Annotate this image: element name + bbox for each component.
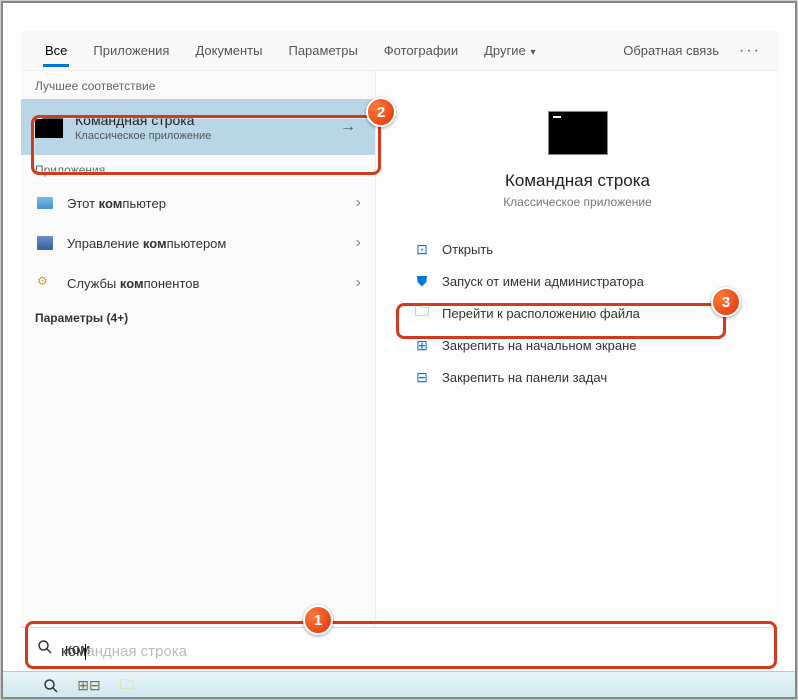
start-search-panel: Все Приложения Документы Параметры Фотог…: [21, 31, 779, 671]
feedback-link[interactable]: Обратная связь: [611, 35, 731, 66]
tab-apps[interactable]: Приложения: [81, 35, 181, 66]
file-explorer-icon[interactable]: 🗀: [117, 676, 137, 696]
chevron-right-icon: ›: [356, 194, 361, 212]
detail-subtitle: Классическое приложение: [406, 195, 749, 209]
detail-title: Командная строка: [406, 171, 749, 191]
computer-management-icon: [35, 235, 55, 251]
tab-photos[interactable]: Фотографии: [372, 35, 470, 66]
chevron-right-icon: ›: [356, 234, 361, 252]
action-pin-to-start[interactable]: ⊞ Закрепить на начальном экране: [406, 329, 749, 361]
tab-documents[interactable]: Документы: [183, 35, 274, 66]
taskbar-search-icon[interactable]: [41, 676, 61, 696]
app-result-component-services[interactable]: Службы компонентов ›: [21, 263, 375, 303]
expand-arrow-icon[interactable]: →: [331, 118, 365, 136]
cmd-icon: [35, 116, 63, 138]
run-admin-icon: ⛊: [412, 273, 432, 290]
detail-pane: Командная строка Классическое приложение…: [376, 71, 779, 627]
section-settings-more[interactable]: Параметры (4+): [21, 303, 375, 331]
tab-all[interactable]: Все: [33, 35, 79, 66]
section-best-match: Лучшее соответствие: [21, 71, 375, 99]
pin-icon: ⊞: [412, 337, 432, 354]
best-match-subtitle: Классическое приложение: [75, 130, 331, 142]
more-options-button[interactable]: ···: [733, 34, 767, 68]
action-pin-to-taskbar[interactable]: ⊟ Закрепить на панели задач: [406, 361, 749, 393]
open-icon: ⊡: [412, 241, 432, 258]
taskbar: ⊞⊟ 🗀: [1, 671, 797, 699]
chevron-down-icon: ▾: [528, 47, 536, 58]
action-open-file-location[interactable]: 🗀 Перейти к расположению файла: [406, 297, 749, 329]
task-view-icon[interactable]: ⊞⊟: [79, 676, 99, 696]
best-match-result[interactable]: Командная строка Классическое приложение…: [21, 99, 375, 155]
search-input[interactable]: [65, 641, 763, 658]
section-apps: Приложения: [21, 155, 375, 183]
folder-icon: 🗀: [412, 301, 432, 325]
app-result-computer-management[interactable]: Управление компьютером ›: [21, 223, 375, 263]
component-services-icon: [35, 275, 55, 291]
app-result-this-pc[interactable]: Этот компьютер ›: [21, 183, 375, 223]
chevron-right-icon: ›: [356, 274, 361, 292]
results-list: Лучшее соответствие Командная строка Кла…: [21, 71, 376, 627]
this-pc-icon: [35, 195, 55, 211]
tab-other[interactable]: Другие ▾: [472, 35, 547, 66]
tab-settings[interactable]: Параметры: [276, 35, 369, 66]
pin-taskbar-icon: ⊟: [412, 369, 432, 386]
action-open[interactable]: ⊡ Открыть: [406, 233, 749, 265]
search-input-bar[interactable]: командная строка: [21, 627, 779, 671]
search-icon: [37, 639, 53, 660]
search-filter-tabs: Все Приложения Документы Параметры Фотог…: [21, 31, 779, 71]
action-run-as-admin[interactable]: ⛊ Запуск от имени администратора: [406, 265, 749, 297]
cmd-large-icon: [548, 111, 608, 155]
best-match-title: Командная строка: [75, 112, 331, 128]
